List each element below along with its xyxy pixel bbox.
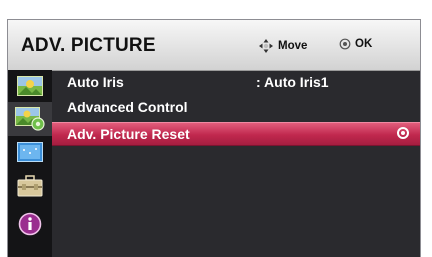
page-title: ADV. PICTURE [21, 35, 156, 56]
picture-settings-icon [15, 107, 45, 131]
ok-hint: OK [339, 38, 372, 50]
category-sidebar [8, 70, 52, 257]
auto-iris-value: : Auto Iris1 [256, 74, 329, 90]
auto-iris-label: Auto Iris [67, 74, 124, 90]
sidebar-item-picture-settings[interactable] [8, 102, 52, 136]
osd-screen: ADV. PICTURE Move OK Auto Iris: Auto Ir… [0, 0, 432, 257]
ok-button-icon [339, 38, 351, 50]
sidebar-item-screen[interactable] [8, 136, 52, 168]
advanced-control-label: Advanced Control [67, 99, 188, 115]
menu-item-adv-picture-reset[interactable]: Adv. Picture Reset [52, 122, 420, 146]
adv-picture-reset-label: Adv. Picture Reset [67, 126, 190, 142]
adv-picture-menu-panel: ADV. PICTURE Move OK Auto Iris: Auto Ir… [7, 19, 421, 257]
picture-icon [17, 76, 43, 96]
move-hint: Move [258, 38, 307, 54]
sidebar-item-toolbox[interactable] [8, 170, 52, 202]
move-arrows-icon [259, 39, 273, 53]
screen-icon [17, 142, 43, 162]
menu-header: ADV. PICTURE Move OK [8, 20, 420, 71]
ok-hint-label: OK [355, 38, 373, 50]
toolbox-icon [17, 175, 43, 197]
sidebar-item-info[interactable] [8, 204, 52, 244]
sidebar-item-picture[interactable] [8, 70, 52, 102]
menu-item-auto-iris[interactable]: Auto Iris : Auto Iris1 [52, 71, 420, 93]
menu-item-advanced-control[interactable]: Advanced Control [52, 96, 420, 118]
selected-radio-icon [397, 127, 409, 139]
move-hint-label: Move [278, 40, 308, 52]
info-icon [18, 212, 42, 236]
